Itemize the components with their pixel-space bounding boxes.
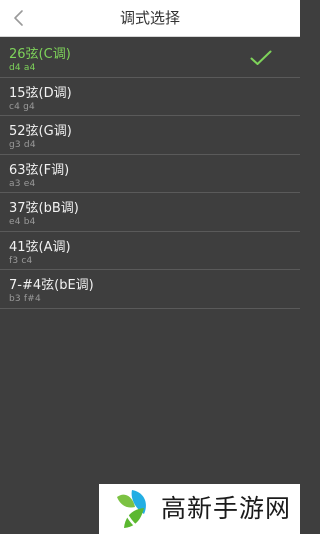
- tuning-name: 63弦(F调): [9, 162, 70, 178]
- tuning-item-f[interactable]: 63弦(F调) a3 e4: [0, 155, 300, 193]
- tuning-item-d[interactable]: 15弦(D调) c4 g4: [0, 78, 300, 116]
- tuning-name: 37弦(bB调): [9, 201, 79, 216]
- tuning-list: 26弦(C调) d4 a4 15弦(D调) c4 g4 52弦(G调) g3 d…: [0, 39, 300, 309]
- leaf-logo-icon: [117, 490, 146, 528]
- tuning-item-a[interactable]: 41弦(A调) f3 c4: [0, 232, 300, 270]
- tuning-name: 7-#4弦(bE调): [9, 278, 94, 293]
- tuning-notes: f3 c4: [9, 255, 33, 266]
- tuning-name: 41弦(A调): [9, 239, 71, 255]
- tuning-name: 15弦(D调): [9, 85, 72, 101]
- tuning-notes: d4 a4: [9, 63, 36, 73]
- tuning-notes: b3 f#4: [9, 294, 41, 304]
- checkmark-icon: [250, 50, 272, 65]
- tuning-item-g[interactable]: 52弦(G调) g3 d4: [0, 116, 300, 155]
- watermark-text: 高新手游网: [161, 494, 292, 523]
- tuning-notes: g3 d4: [9, 140, 36, 150]
- tuning-item-be[interactable]: 7-#4弦(bE调) b3 f#4: [0, 270, 300, 309]
- tuning-item-c[interactable]: 26弦(C调) d4 a4: [0, 39, 300, 78]
- tuning-notes: a3 e4: [9, 178, 36, 189]
- page-title: 调式选择: [119, 9, 180, 27]
- tuning-name: 26弦(C调): [9, 47, 71, 62]
- tuning-name: 52弦(G调): [9, 124, 72, 139]
- tuning-item-bb[interactable]: 37弦(bB调) e4 b4: [0, 193, 300, 232]
- title-bar: 调式选择: [0, 0, 300, 37]
- tuning-notes: c4 g4: [9, 101, 35, 112]
- tuning-notes: e4 b4: [9, 217, 36, 227]
- watermark-banner: 高新手游网: [99, 484, 300, 534]
